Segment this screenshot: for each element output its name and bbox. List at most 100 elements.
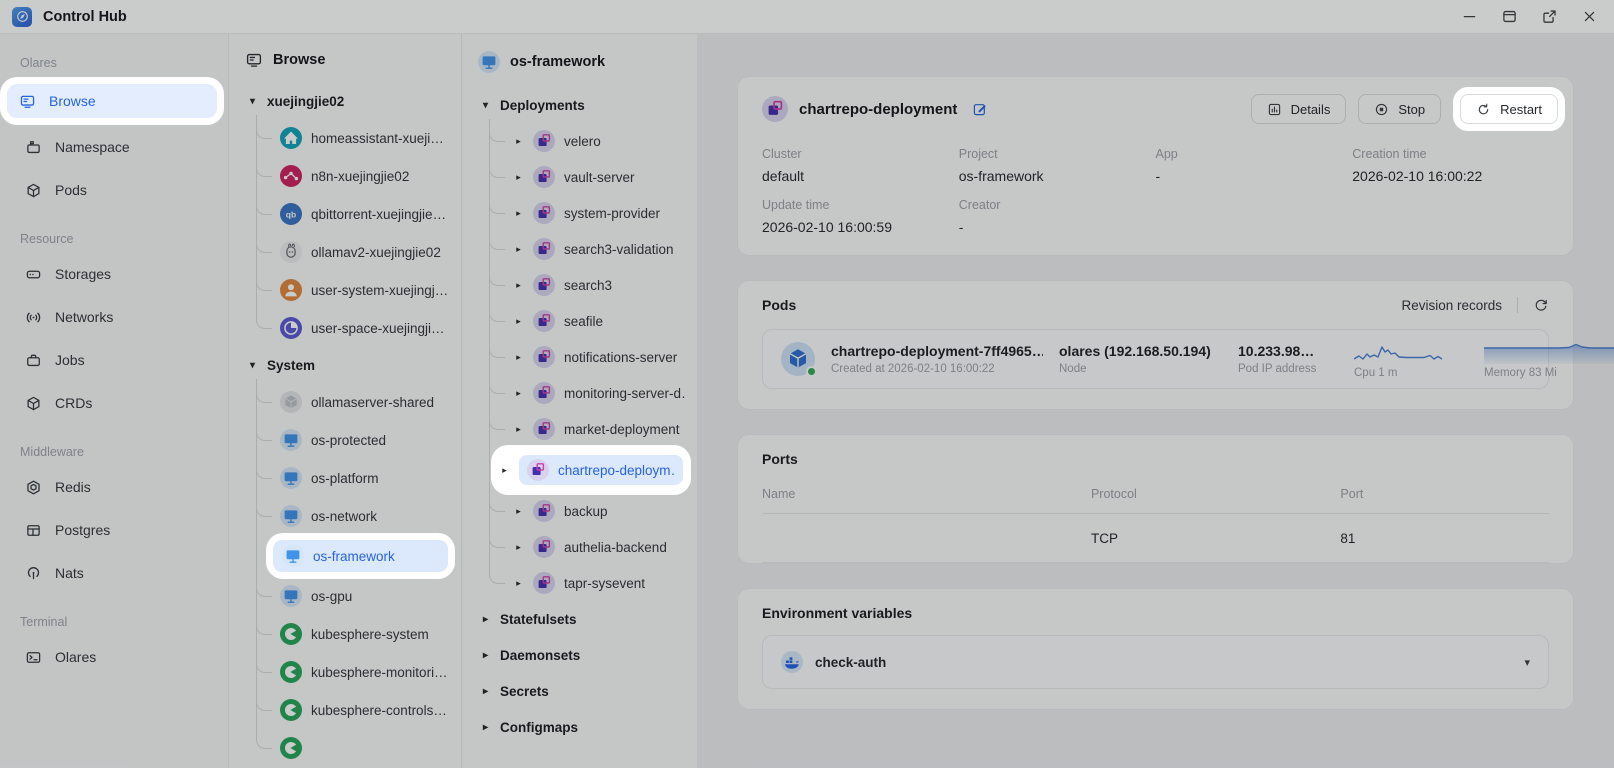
tree-group-system[interactable]: ▾System bbox=[244, 347, 451, 383]
tree-item-os-platform[interactable]: os-platform bbox=[280, 459, 451, 497]
caret-right-icon[interactable]: ▸ bbox=[513, 424, 524, 435]
tree-item-notifications-server[interactable]: ▸notifications-server bbox=[513, 339, 687, 375]
tree-item-ollamav2-xuejingjie02[interactable]: ollamav2-xuejingjie02 bbox=[280, 233, 451, 271]
caret-right-icon[interactable]: ▸ bbox=[513, 316, 524, 327]
caret-right-icon[interactable]: ▸ bbox=[513, 136, 524, 147]
env-item-row[interactable]: check-auth ▾ bbox=[762, 635, 1549, 689]
workload-fields: Clusterdefault Projectos-framework App- … bbox=[762, 147, 1549, 235]
tree-item-search3[interactable]: ▸search3 bbox=[513, 267, 687, 303]
caret-right-icon[interactable]: ▸ bbox=[513, 542, 524, 553]
sidebar-item-label: Namespace bbox=[55, 139, 130, 155]
kubesphere-icon bbox=[280, 623, 302, 645]
restart-button[interactable]: Restart bbox=[1460, 94, 1558, 124]
sidebar-item-olares[interactable]: Olares bbox=[13, 640, 215, 674]
sidebar-item-storages[interactable]: Storages bbox=[13, 257, 215, 291]
tree-item-item[interactable] bbox=[280, 729, 451, 767]
tree-item-velero[interactable]: ▸velero bbox=[513, 123, 687, 159]
tree-item-label: backup bbox=[564, 504, 608, 519]
tree-item-market-deployment[interactable]: ▸market-deployment bbox=[513, 411, 687, 447]
caret-right-icon[interactable]: ▸ bbox=[513, 208, 524, 219]
tree-item-n8n-xuejingjie02[interactable]: n8n-xuejingjie02 bbox=[280, 157, 451, 195]
tree-item-label: os-gpu bbox=[311, 589, 352, 604]
caret-down-icon[interactable]: ▾ bbox=[480, 100, 491, 111]
tree-item-authelia-backend[interactable]: ▸authelia-backend bbox=[513, 529, 687, 565]
tree-item-search3-validation[interactable]: ▸search3-validation bbox=[513, 231, 687, 267]
pod-name: chartrepo-deployment-7ff4965… bbox=[831, 343, 1043, 359]
caret-right-icon[interactable]: ▸ bbox=[480, 614, 491, 625]
sidebar-item-jobs[interactable]: Jobs bbox=[13, 343, 215, 377]
caret-right-icon[interactable]: ▸ bbox=[513, 388, 524, 399]
revision-records-link[interactable]: Revision records bbox=[1401, 298, 1502, 313]
tree-item-seafile[interactable]: ▸seafile bbox=[513, 303, 687, 339]
caret-right-icon[interactable]: ▸ bbox=[480, 686, 491, 697]
monitor-icon bbox=[280, 585, 302, 607]
caret-right-icon[interactable]: ▸ bbox=[513, 280, 524, 291]
sidebar-item-namespace[interactable]: Namespace bbox=[13, 130, 215, 164]
caret-right-icon[interactable]: ▸ bbox=[480, 722, 491, 733]
caret-down-icon[interactable]: ▾ bbox=[247, 96, 258, 107]
tree-item-label: kubesphere-controls… bbox=[311, 703, 447, 718]
tree-group-label: Configmaps bbox=[500, 720, 578, 735]
tree-item-kubesphere-monitori[interactable]: kubesphere-monitori… bbox=[280, 653, 451, 691]
close-icon[interactable] bbox=[1581, 8, 1598, 25]
tree-item-qbittorrent-xuejingjie[interactable]: qbqbittorrent-xuejingjie… bbox=[280, 195, 451, 233]
env-card: Environment variables check-auth ▾ bbox=[737, 588, 1574, 710]
caret-right-icon[interactable]: ▸ bbox=[513, 506, 524, 517]
tree-item-os-protected[interactable]: os-protected bbox=[280, 421, 451, 459]
caret-right-icon[interactable]: ▸ bbox=[513, 352, 524, 363]
tree-item-system-provider[interactable]: ▸system-provider bbox=[513, 195, 687, 231]
tree-group-configmaps[interactable]: ▸ Configmaps bbox=[477, 709, 687, 745]
caret-right-icon[interactable]: ▸ bbox=[499, 465, 510, 476]
network-icon bbox=[25, 309, 42, 326]
minimize-icon[interactable] bbox=[1461, 8, 1478, 25]
divider bbox=[1517, 297, 1518, 313]
refresh-icon[interactable] bbox=[1533, 297, 1549, 313]
tree-group-xuejingjie02[interactable]: ▾xuejingjie02 bbox=[244, 83, 451, 119]
tree-group-deployments[interactable]: ▾Deployments bbox=[477, 87, 687, 123]
tree-item-os-network[interactable]: os-network bbox=[280, 497, 451, 535]
tree-group-secrets[interactable]: ▸Secrets bbox=[477, 673, 687, 709]
sidebar-item-browse[interactable]: Browse bbox=[7, 84, 217, 118]
chevron-down-icon[interactable]: ▾ bbox=[1524, 656, 1530, 669]
caret-right-icon[interactable]: ▸ bbox=[513, 578, 524, 589]
tree-item-kubesphere-controls[interactable]: kubesphere-controls… bbox=[280, 691, 451, 729]
details-button[interactable]: Details bbox=[1251, 94, 1347, 124]
pod-row[interactable]: chartrepo-deployment-7ff4965… Created at… bbox=[762, 329, 1549, 389]
window-controls bbox=[1461, 8, 1598, 25]
tree-item-chartrepo-deploym[interactable]: ▸chartrepo-deploym… bbox=[499, 452, 683, 488]
caret-right-icon[interactable]: ▸ bbox=[513, 244, 524, 255]
caret-right-icon[interactable]: ▸ bbox=[480, 650, 491, 661]
tree-item-vault-server[interactable]: ▸ vault-server bbox=[513, 159, 687, 195]
edit-icon[interactable] bbox=[972, 101, 988, 117]
caret-down-icon[interactable]: ▾ bbox=[247, 360, 258, 371]
tree-item-kubesphere-system[interactable]: kubesphere-system bbox=[280, 615, 451, 653]
tree-item-user-space-xuejingji[interactable]: user-space-xuejingji… bbox=[280, 309, 451, 347]
tree-item-os-framework[interactable]: os-framework bbox=[273, 540, 448, 572]
sidebar-item-postgres[interactable]: Postgres bbox=[13, 513, 215, 547]
tree-item-monitoring-server-d[interactable]: ▸monitoring-server-d… bbox=[513, 375, 687, 411]
monitor-icon bbox=[280, 429, 302, 451]
tree-group-daemonsets[interactable]: ▸Daemonsets bbox=[477, 637, 687, 673]
tree-item-backup[interactable]: ▸ backup bbox=[513, 493, 687, 529]
caret-right-icon[interactable]: ▸ bbox=[513, 172, 524, 183]
maximize-icon[interactable] bbox=[1501, 8, 1518, 25]
sidebar-item-networks[interactable]: Networks bbox=[13, 300, 215, 334]
spotlight-browse: Browse bbox=[4, 81, 220, 121]
pod-created: Created at 2026-02-10 16:00:22 bbox=[831, 363, 1043, 375]
monitor-icon bbox=[280, 505, 302, 527]
sidebar-item-nats[interactable]: Nats bbox=[13, 556, 215, 590]
sidebar-item-crds[interactable]: CRDs bbox=[13, 386, 215, 420]
n8n-icon bbox=[280, 165, 302, 187]
open-external-icon[interactable] bbox=[1541, 8, 1558, 25]
tree-item-label: vault-server bbox=[564, 170, 635, 185]
tree-group-statefulsets[interactable]: ▸Statefulsets bbox=[477, 601, 687, 637]
sidebar-item-redis[interactable]: Redis bbox=[13, 470, 215, 504]
tree-item-ollamaserver-shared[interactable]: ollamaserver-shared bbox=[280, 383, 451, 421]
tree-item-tapr-sysevent[interactable]: ▸tapr-sysevent bbox=[513, 565, 687, 601]
tree-item-os-gpu[interactable]: os-gpu bbox=[280, 577, 451, 615]
tree-item-homeassistant-xueji[interactable]: homeassistant-xueji… bbox=[280, 119, 451, 157]
tree-item-user-system-xuejingj[interactable]: user-system-xuejingj… bbox=[280, 271, 451, 309]
sidebar-item-pods[interactable]: Pods bbox=[13, 173, 215, 207]
stop-button[interactable]: Stop bbox=[1358, 94, 1441, 124]
field-creator: Creator- bbox=[959, 198, 1156, 235]
